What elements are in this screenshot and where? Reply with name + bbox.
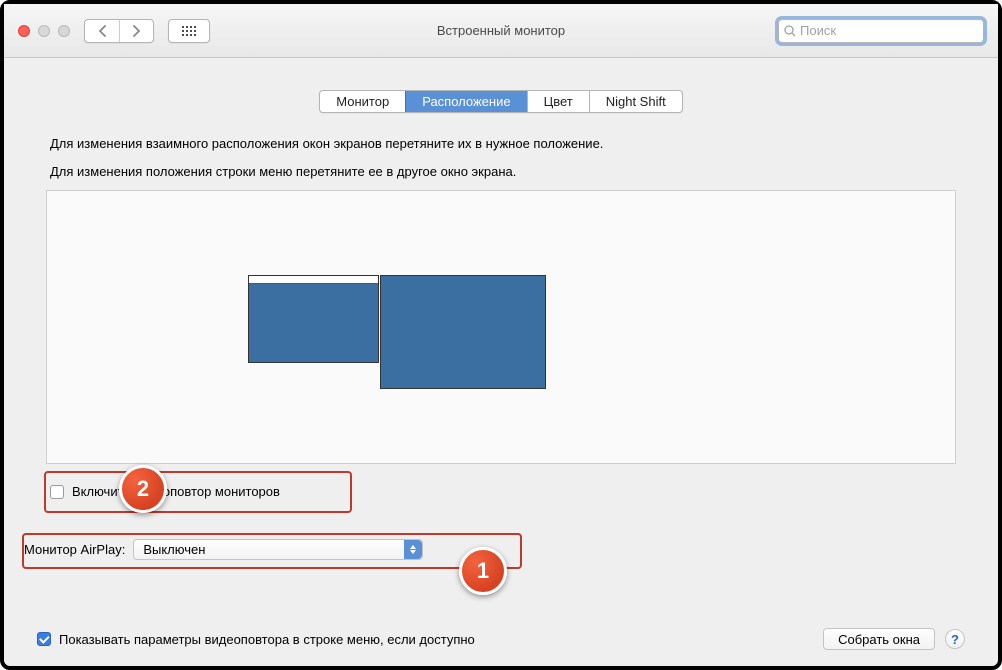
chevron-right-icon: [132, 25, 141, 37]
annotation-badge-1: 1: [459, 547, 507, 595]
help-button[interactable]: ?: [945, 629, 965, 649]
bottom-row: Показывать параметры видеоповтора в стро…: [37, 628, 965, 650]
back-button[interactable]: [85, 20, 119, 42]
show-mirroring-label: Показывать параметры видеоповтора в стро…: [59, 632, 475, 647]
forward-button[interactable]: [119, 20, 153, 42]
checkbox-unchecked-icon: [50, 485, 64, 499]
search-input[interactable]: Поиск: [778, 19, 984, 43]
chevron-left-icon: [98, 25, 107, 37]
tab-night-shift[interactable]: Night Shift: [589, 91, 682, 112]
arrangement-panel: Монитор Расположение Цвет Night Shift Дл…: [36, 76, 966, 505]
arrangement-help-1: Для изменения взаимного расположения око…: [50, 135, 952, 153]
minimize-window-button[interactable]: [38, 25, 50, 37]
show-all-button[interactable]: [168, 19, 210, 43]
tab-arrangement[interactable]: Расположение: [405, 91, 526, 112]
arrangement-help-2: Для изменения положения строки меню пере…: [50, 163, 952, 181]
mirror-displays-checkbox[interactable]: Включить видеоповтор мониторов: [46, 478, 351, 505]
airplay-label: Монитор AirPlay:: [24, 542, 125, 557]
search-icon: [784, 25, 796, 37]
annotation-badge-2: 2: [119, 465, 167, 513]
checkbox-checked-icon: [37, 632, 51, 646]
zoom-window-button[interactable]: [58, 25, 70, 37]
airplay-popup[interactable]: Выключен: [133, 539, 423, 560]
tab-bar: Монитор Расположение Цвет Night Shift: [319, 90, 682, 113]
display-primary[interactable]: [248, 275, 379, 363]
window-title: Встроенный монитор: [437, 23, 565, 38]
arrangement-area[interactable]: [46, 190, 956, 464]
toolbar: Встроенный монитор Поиск: [4, 4, 998, 58]
show-mirroring-in-menu-checkbox[interactable]: Показывать параметры видеоповтора в стро…: [37, 632, 475, 647]
nav-segment: [84, 19, 154, 43]
content-area: Монитор Расположение Цвет Night Shift Дл…: [4, 58, 998, 666]
gather-windows-button[interactable]: Собрать окна: [823, 628, 935, 650]
airplay-selected-value: Выключен: [143, 542, 205, 557]
preferences-window: Встроенный монитор Поиск Монитор Располо…: [0, 0, 1002, 670]
traffic-lights: [18, 25, 70, 37]
grid-icon: [182, 26, 196, 36]
display-secondary[interactable]: [380, 275, 546, 389]
tab-color[interactable]: Цвет: [527, 91, 589, 112]
search-placeholder: Поиск: [800, 23, 836, 38]
tab-monitor[interactable]: Монитор: [320, 91, 405, 112]
popup-stepper-icon: [404, 540, 422, 559]
close-window-button[interactable]: [18, 25, 30, 37]
mirror-displays-label: Включить видеоповтор мониторов: [72, 484, 280, 499]
